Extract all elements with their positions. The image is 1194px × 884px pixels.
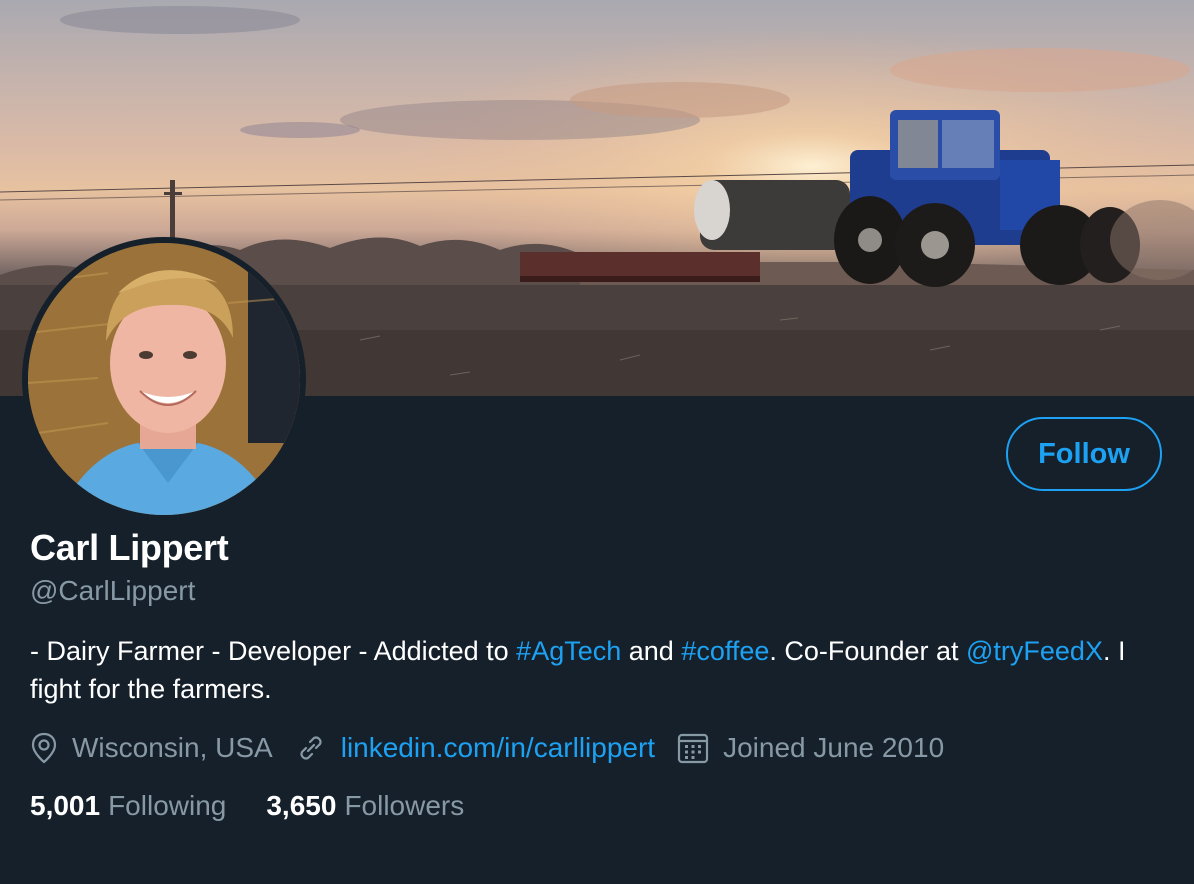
mention-link-tryfeedx[interactable]: @tryFeedX xyxy=(966,636,1103,666)
calendar-icon xyxy=(677,733,709,764)
display-name: Carl Lippert xyxy=(30,527,229,568)
bio-text: . Co-Founder at xyxy=(769,636,966,666)
bio-text: and xyxy=(621,636,682,666)
hashtag-link-coffee[interactable]: #coffee xyxy=(681,636,769,666)
following-stat[interactable]: 5,001 Following xyxy=(30,790,226,822)
profile-page: Follow Carl Lippert @CarlLippert - Dairy… xyxy=(0,0,1194,884)
following-label: Following xyxy=(108,790,227,821)
bio-text: - Dairy Farmer - Developer - Addicted to xyxy=(30,636,517,666)
follow-button[interactable]: Follow xyxy=(1006,417,1162,491)
profile-bio: - Dairy Farmer - Developer - Addicted to… xyxy=(30,632,1150,708)
followers-label: Followers xyxy=(344,790,465,821)
profile-website[interactable]: linkedin.com/in/carllippert xyxy=(295,732,655,764)
following-count: 5,001 xyxy=(30,790,101,821)
profile-meta: Wisconsin, USA linkedin.com/in/carllippe… xyxy=(30,728,966,768)
website-link[interactable]: linkedin.com/in/carllippert xyxy=(341,732,655,764)
joined-text: Joined June 2010 xyxy=(723,732,945,763)
profile-joined: Joined June 2010 xyxy=(677,732,944,764)
profile-stats: 5,001 Following 3,650 Followers xyxy=(30,786,504,826)
link-icon xyxy=(300,736,322,760)
location-pin-icon xyxy=(31,732,57,764)
profile-location: Wisconsin, USA xyxy=(30,732,273,764)
profile-avatar[interactable] xyxy=(22,237,306,521)
hashtag-link-agtech[interactable]: #AgTech xyxy=(516,636,621,666)
followers-count: 3,650 xyxy=(266,790,337,821)
location-text: Wisconsin, USA xyxy=(72,732,273,763)
avatar-photo xyxy=(28,243,300,515)
followers-stat[interactable]: 3,650 Followers xyxy=(266,790,464,822)
profile-handle: @CarlLippert xyxy=(30,575,196,606)
